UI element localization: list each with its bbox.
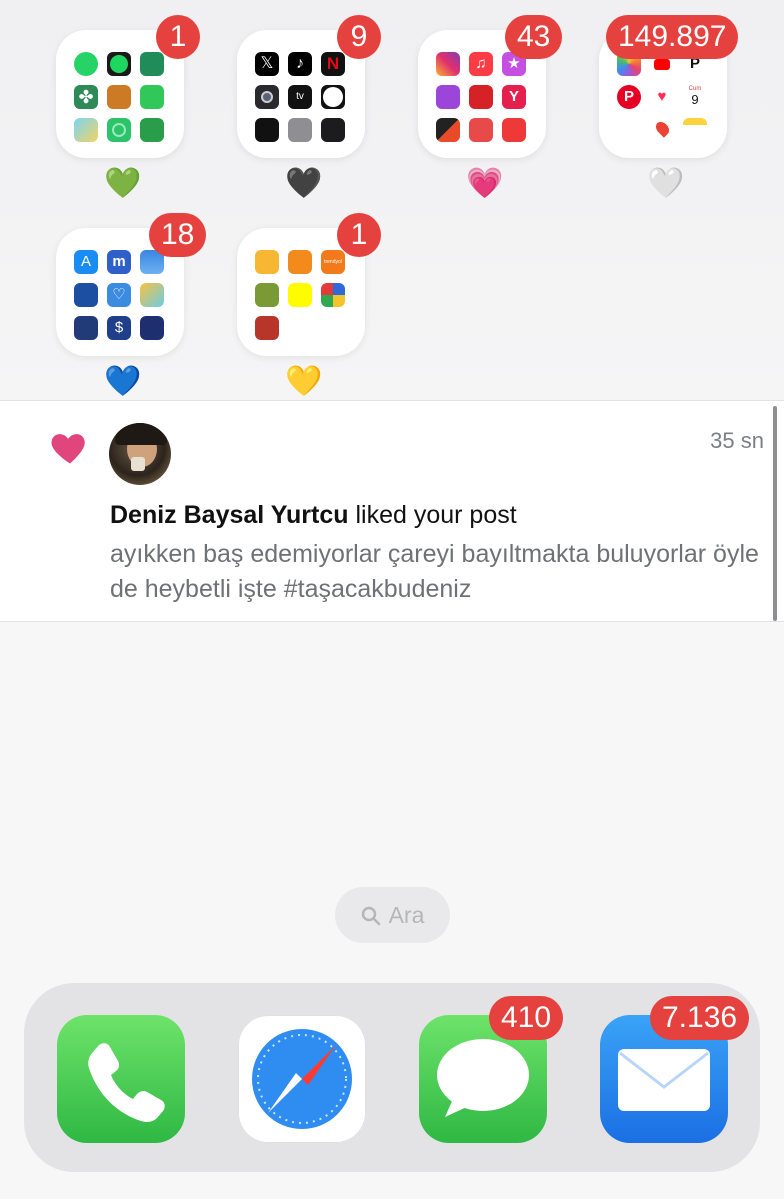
podcasts-icon xyxy=(436,85,460,109)
health-icon: ♥ xyxy=(650,85,674,109)
folder-label-heart: 🖤 xyxy=(285,167,323,200)
pinterest-icon: P xyxy=(617,85,641,109)
snapchat-icon xyxy=(288,283,312,307)
tips-icon xyxy=(255,250,279,274)
notification-badge: 1 xyxy=(337,213,381,257)
tiktok-icon: ♪ xyxy=(288,52,312,76)
app-icon xyxy=(469,85,493,109)
garanti-icon xyxy=(140,52,164,76)
clover-icon: ✤ xyxy=(74,85,98,109)
notification-badge: 1 xyxy=(156,15,200,59)
instagram-icon xyxy=(436,52,460,76)
notification-time: 35 sn xyxy=(710,428,764,453)
phone-app-icon[interactable] xyxy=(57,1015,185,1143)
folder-label-heart: 💛 xyxy=(285,365,323,398)
notification-user[interactable]: Deniz Baysal Yurtcu xyxy=(110,501,349,529)
search-label: Ara xyxy=(388,902,425,928)
spotify-icon xyxy=(107,52,131,76)
app-store-icon: A xyxy=(74,250,98,274)
folder-label-heart: 💙 xyxy=(104,365,142,398)
turkcell-icon xyxy=(74,316,98,340)
safari-app-icon[interactable] xyxy=(238,1015,366,1143)
yemeksepeti-icon: Y xyxy=(502,85,526,109)
bird-icon xyxy=(140,118,164,142)
voice-memos-icon xyxy=(255,118,279,142)
netflix-icon: N xyxy=(321,52,345,76)
dollar-icon: $ xyxy=(107,316,131,340)
books-icon xyxy=(288,250,312,274)
translate-icon xyxy=(436,118,460,142)
apple-tv-icon: tv xyxy=(288,85,312,109)
health-heart-icon: ♡ xyxy=(107,283,131,307)
folder-label-heart: 💚 xyxy=(104,167,142,200)
app-icon xyxy=(469,118,493,142)
game-icon xyxy=(255,283,279,307)
reminders-icon xyxy=(617,118,641,142)
search-icon xyxy=(361,906,380,926)
phone-icon xyxy=(88,1043,165,1122)
notification-badge: 18 xyxy=(149,213,207,257)
like-notification[interactable]: 35 sn Deniz Baysal Yurtcu liked your pos… xyxy=(0,400,784,622)
notification-badge: 149.897 xyxy=(606,15,739,59)
notification-badge: 43 xyxy=(505,15,563,59)
calculator-icon xyxy=(321,118,345,142)
vivaldi-icon xyxy=(502,118,526,142)
notification-action: liked your post xyxy=(355,501,517,529)
game-icon xyxy=(255,316,279,340)
search-button[interactable]: Ara xyxy=(335,887,450,943)
messages-badge: 410 xyxy=(489,996,564,1040)
calendar-date: 9 xyxy=(691,92,699,107)
folder-label-heart: 🤍 xyxy=(647,167,685,200)
settings-icon xyxy=(288,118,312,142)
yapi-kredi-icon xyxy=(74,283,98,307)
compass-icon xyxy=(252,1029,352,1129)
m-icon: m xyxy=(107,250,131,274)
maps-icon xyxy=(74,118,98,142)
avatar[interactable] xyxy=(109,423,171,485)
notes-icon xyxy=(683,118,707,142)
facetime-icon xyxy=(140,85,164,109)
game-icon xyxy=(107,85,131,109)
music-icon: ♫ xyxy=(469,52,493,76)
block-puzzle-icon xyxy=(321,283,345,307)
scrollbar[interactable] xyxy=(773,406,777,621)
notification-body: ayıkken baş edemiyorlar çareyi bayıltmak… xyxy=(110,540,759,603)
notification-badge: 9 xyxy=(337,15,381,59)
calendar-icon: Cum 9 xyxy=(683,85,707,109)
clock-icon xyxy=(321,85,345,109)
find-my-icon xyxy=(107,118,131,142)
google-maps-icon xyxy=(650,118,674,142)
trendyol-icon: trendyol xyxy=(321,250,345,274)
folder-label-heart: 💗 xyxy=(466,167,504,200)
instax-icon xyxy=(140,283,164,307)
x-icon: 𝕏 xyxy=(255,52,279,76)
camera-icon xyxy=(255,85,279,109)
mail-badge: 7.136 xyxy=(650,996,750,1040)
heart-icon xyxy=(51,434,85,464)
notification-title: Deniz Baysal Yurtcu liked your post xyxy=(110,501,517,530)
whatsapp-icon xyxy=(74,52,98,76)
stocks-icon xyxy=(140,316,164,340)
